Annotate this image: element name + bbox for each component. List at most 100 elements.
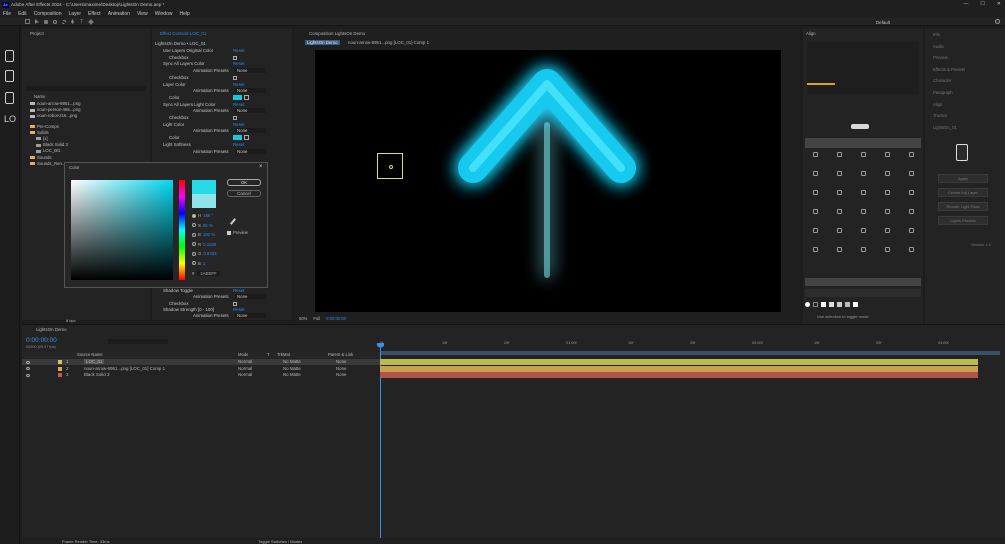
effect-row-value[interactable]: None bbox=[235, 68, 266, 74]
align-tool-icon[interactable] bbox=[909, 209, 914, 214]
layer-trkmat[interactable]: No Matte bbox=[283, 372, 301, 377]
align-tool-icon[interactable] bbox=[861, 190, 866, 195]
text-tool-icon[interactable]: T bbox=[79, 19, 84, 25]
checkbox[interactable] bbox=[233, 301, 237, 306]
effect-row[interactable]: Animation Presets None bbox=[155, 68, 289, 74]
swatch-4[interactable] bbox=[829, 302, 834, 307]
effect-row[interactable]: Color bbox=[155, 135, 289, 141]
col-trkmat[interactable]: TrkMat bbox=[277, 352, 290, 357]
device-add-icon[interactable] bbox=[5, 70, 14, 82]
menu-window[interactable]: Window bbox=[155, 11, 173, 17]
color-mode-radio[interactable] bbox=[192, 251, 196, 256]
composition-canvas[interactable] bbox=[315, 50, 781, 312]
checkbox[interactable] bbox=[233, 55, 237, 60]
align-tool-icon[interactable] bbox=[837, 190, 842, 195]
preview-checkbox[interactable] bbox=[227, 230, 231, 235]
project-search-field[interactable] bbox=[26, 86, 146, 91]
effect-row[interactable]: Animation Presets None bbox=[155, 148, 289, 155]
home-icon[interactable] bbox=[25, 19, 30, 24]
layer-trkmat[interactable]: No Matte bbox=[283, 359, 301, 364]
project-bpc[interactable]: 8 bpc bbox=[66, 318, 76, 323]
layer-row[interactable]: 2 noun-arrow-6951...png [LOC_01] Comp 1 No… bbox=[22, 366, 380, 372]
color-field-value[interactable]: 0.9333 bbox=[203, 251, 216, 256]
layer-row[interactable]: 1 LOC_01 Normal No Matte None bbox=[22, 359, 380, 365]
close-icon[interactable]: × bbox=[259, 164, 263, 170]
viewer-title[interactable]: Composition LightsOn Demo bbox=[309, 31, 365, 36]
effect-row[interactable]: Sync All Layers Color Reset bbox=[155, 61, 289, 67]
extension-button[interactable]: Create Adj Layer bbox=[938, 188, 988, 197]
effect-row[interactable]: Checkbox bbox=[155, 55, 289, 61]
align-tool-icon[interactable] bbox=[861, 247, 866, 252]
swatch-7[interactable] bbox=[853, 302, 858, 307]
project-item[interactable]: noun-arrow-6951...png bbox=[30, 101, 80, 106]
device-icon[interactable] bbox=[956, 144, 968, 161]
col-parent[interactable]: Parent & Link bbox=[328, 352, 353, 357]
align-tool-icon[interactable] bbox=[813, 152, 818, 157]
brush-tool-icon[interactable] bbox=[88, 18, 94, 25]
cancel-button[interactable]: Cancel bbox=[227, 190, 261, 197]
pen-tool-icon[interactable] bbox=[71, 19, 74, 24]
menu-view[interactable]: View bbox=[137, 11, 148, 17]
menu-composition[interactable]: Composition bbox=[34, 11, 62, 17]
align-tool-icon[interactable] bbox=[909, 228, 914, 233]
effect-row[interactable]: Checkbox bbox=[155, 75, 289, 81]
viewer-tab-precomp[interactable]: noun-arrow-6951...png [LOC_01] Comp 1 bbox=[348, 40, 429, 45]
layer-mode[interactable]: Normal bbox=[238, 372, 252, 377]
effect-row[interactable]: Layer Color Reset bbox=[155, 82, 289, 88]
layer-name[interactable]: noun-arrow-6951...png [LOC_01] Comp 1 bbox=[84, 366, 165, 371]
work-area-bar[interactable] bbox=[380, 351, 1000, 355]
hue-slider[interactable] bbox=[179, 180, 185, 280]
eyedropper-icon[interactable] bbox=[244, 135, 249, 141]
swatch-6[interactable] bbox=[845, 302, 850, 307]
color-swatch[interactable] bbox=[233, 135, 242, 141]
effect-row-value[interactable]: Reset bbox=[233, 102, 244, 107]
layer-duration-bar[interactable] bbox=[380, 365, 978, 372]
project-item[interactable]: [x] bbox=[36, 136, 48, 141]
hex-value[interactable]: 1AEEFF bbox=[197, 271, 220, 276]
close-window-button[interactable]: ✕ bbox=[997, 1, 1001, 7]
color-field[interactable] bbox=[71, 180, 173, 280]
align-tool-icon[interactable] bbox=[861, 152, 866, 157]
layer-mode[interactable]: Normal bbox=[238, 359, 252, 364]
zoom-level[interactable]: 50% bbox=[299, 316, 307, 321]
layer-parent[interactable]: None bbox=[336, 366, 347, 371]
device-remove-icon[interactable] bbox=[5, 92, 14, 104]
align-tool-icon[interactable] bbox=[813, 190, 818, 195]
color-mode-radio[interactable] bbox=[192, 232, 196, 237]
effect-row[interactable]: Light Softness Reset bbox=[155, 142, 289, 148]
effect-controls-tab[interactable]: Effect Controls LOC_01 bbox=[160, 31, 206, 36]
align-tool-icon[interactable] bbox=[885, 171, 890, 176]
effect-row-value[interactable]: Reset bbox=[233, 48, 244, 53]
effect-row[interactable]: Animation Presets None bbox=[155, 88, 289, 94]
align-tool-icon[interactable] bbox=[885, 247, 890, 252]
align-tool-icon[interactable] bbox=[813, 228, 818, 233]
effect-row[interactable]: Animation Presets None bbox=[155, 128, 289, 134]
project-item[interactable]: Solids bbox=[30, 130, 49, 135]
eye-icon[interactable] bbox=[26, 373, 30, 377]
swatch-1[interactable] bbox=[805, 302, 810, 307]
menu-edit[interactable]: Edit bbox=[18, 11, 27, 17]
layer-mode[interactable]: Normal bbox=[238, 366, 252, 371]
extension-button[interactable]: Apply bbox=[938, 174, 988, 183]
zoom-tool-icon[interactable] bbox=[53, 19, 57, 24]
effect-row[interactable]: Shadow Strength [0 - 100] Reset bbox=[155, 307, 289, 313]
align-tool-icon[interactable] bbox=[813, 209, 818, 214]
lightson-label[interactable]: LO bbox=[4, 114, 16, 124]
swatch-5[interactable] bbox=[837, 302, 842, 307]
align-tool-icon[interactable] bbox=[861, 228, 866, 233]
layer-label-color[interactable] bbox=[58, 360, 62, 364]
panel-list-item[interactable]: Align bbox=[933, 102, 942, 107]
panel-list-item[interactable]: Character bbox=[933, 78, 951, 83]
layer-label-color[interactable] bbox=[58, 373, 62, 377]
panel-list-item[interactable]: Preview bbox=[933, 55, 948, 60]
extension-button[interactable]: Lights Presets bbox=[938, 216, 988, 225]
effect-row-value[interactable]: None bbox=[235, 108, 266, 114]
effect-row-value[interactable]: None bbox=[235, 313, 266, 319]
align-tool-icon[interactable] bbox=[813, 171, 818, 176]
effect-row-value[interactable]: Reset bbox=[233, 142, 244, 147]
effect-row-value[interactable]: Reset bbox=[233, 288, 244, 293]
panel-list-item[interactable]: Audio bbox=[933, 44, 944, 49]
search-icon[interactable] bbox=[995, 19, 1000, 24]
align-tool-icon[interactable] bbox=[813, 247, 818, 252]
align-tool-icon[interactable] bbox=[861, 171, 866, 176]
